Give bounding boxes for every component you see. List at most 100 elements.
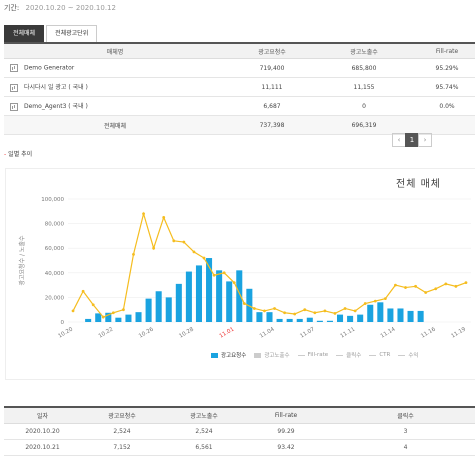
table-row[interactable]: Demo_Agent3 ( 국내 ) 6,687 0 0.0% [4, 96, 475, 116]
line-point [454, 284, 458, 288]
date-cell: 2020.10.21 [4, 439, 81, 456]
line-point [172, 239, 176, 243]
line-point [394, 283, 397, 287]
line-point [343, 307, 347, 310]
x-tick-label: 10.22 [98, 327, 115, 340]
period-label: 기간: [4, 4, 20, 12]
x-tick-label: 11.16 [420, 326, 437, 339]
next-page-button[interactable]: › [418, 133, 432, 147]
period-filter: 기간: 2020.10.20 ~ 2020.10.12 [4, 3, 116, 13]
line-point [263, 309, 266, 313]
line-point [132, 252, 135, 256]
legend-item[interactable]: CTR [369, 351, 390, 359]
line-point [414, 284, 417, 288]
bar [266, 312, 273, 322]
col-impressions: 광고노출수 [163, 406, 245, 424]
bar [407, 310, 414, 322]
line-point [212, 273, 216, 277]
x-tick-label: 11.04 [259, 326, 276, 339]
tab-all-media[interactable]: 전체매체 [4, 25, 45, 42]
bar [155, 291, 162, 322]
bar [367, 304, 374, 322]
section-title: - 일별 추이 [4, 149, 32, 158]
x-tick-label: 10.26 [138, 326, 155, 339]
col-requests: 광고요청수 [81, 406, 163, 424]
bar [316, 320, 323, 322]
x-tick-label: 11.19 [450, 326, 467, 339]
line-point [192, 250, 196, 254]
table-row: 2020.10.21 7,152 6,561 93.42 4 [4, 439, 475, 456]
bar [337, 314, 344, 322]
chart-icon[interactable] [10, 64, 18, 72]
fill-rate-cell: 95.74% [410, 77, 475, 97]
chart-plot: 0 20,000 40,000 60,000 80,000 100,000 광고요청수 / … [18, 197, 471, 340]
legend-label: 광고노출수 [264, 353, 290, 359]
legend-label: 광고요청수 [221, 353, 247, 359]
col-date: 일자 [4, 406, 81, 424]
bar [397, 308, 404, 322]
line-point [242, 302, 246, 305]
bar [115, 317, 122, 322]
legend-item[interactable]: 클릭수 [336, 351, 361, 359]
line-point [353, 309, 357, 313]
table-row: 2020.10.20 2,524 2,524 99.29 3 [4, 423, 475, 440]
total-label: 전체매체 [4, 115, 226, 135]
fill-rate-cell: 95.29% [410, 58, 475, 78]
bar [216, 270, 223, 322]
bar [195, 265, 202, 322]
page-1-button[interactable]: 1 [405, 133, 419, 147]
legend-item[interactable]: Fill-rate [297, 351, 329, 359]
y-tick-label: 60,000 [45, 246, 65, 252]
bar [85, 318, 92, 322]
legend-item[interactable]: 수익 [398, 351, 418, 359]
legend-item[interactable]: 광고노출수 [254, 351, 290, 359]
line-point [252, 307, 256, 310]
legend-item[interactable]: 광고요청수 [211, 351, 246, 359]
fill-rate-cell: 0.0% [410, 96, 475, 116]
table-header-row: 매체명 광고요청수 광고노출수 Fill-rate [4, 42, 475, 59]
legend-swatch [336, 354, 344, 356]
impressions-cell: 0 [318, 96, 410, 116]
requests-cell: 2,524 [81, 423, 163, 440]
table-row[interactable]: Demo Generator 719,400 685,800 95.29% [4, 58, 475, 78]
bar [95, 313, 102, 322]
media-name: Demo Generator [24, 64, 75, 72]
line-point [424, 291, 428, 294]
bar [326, 320, 333, 322]
line-point [303, 308, 307, 312]
line-point [71, 309, 75, 313]
chart-icon[interactable] [10, 83, 18, 92]
total-requests: 737,398 [226, 115, 318, 135]
period-value[interactable]: 2020.10.20 ~ 2020.10.12 [25, 4, 115, 12]
legend-swatch [398, 354, 406, 356]
bar [387, 308, 394, 322]
bar [276, 318, 283, 322]
line-point [333, 311, 337, 315]
line-point [444, 282, 448, 286]
tab-bar: 전체매체 전체광고단위 [4, 25, 99, 42]
table-header-row: 일자 광고요청수 광고노출수 Fill-rate 클릭수 [4, 406, 475, 424]
table-row[interactable]: 다시다시 일 광고 ( 국내 ) 11,111 11,155 95.74% [4, 77, 475, 97]
line-point [202, 256, 206, 260]
media-name-cell: Demo Generator [4, 58, 226, 78]
impressions-cell: 11,155 [318, 77, 410, 97]
x-tick-label: 11.01 [219, 327, 236, 340]
x-tick-label: 11.14 [380, 326, 397, 339]
bar [377, 302, 384, 322]
requests-cell: 719,400 [226, 58, 318, 78]
col-fill-rate: Fill-rate [410, 42, 475, 59]
legend-label: Fill-rate [307, 352, 329, 358]
chart-legend: 광고요청수 광고노출수 Fill-rate 클릭수 CTR 수익 [211, 351, 426, 359]
legend-swatch [254, 352, 262, 358]
tab-all-ad-units[interactable]: 전체광고단위 [46, 25, 98, 42]
chart-icon[interactable] [10, 102, 18, 111]
media-name: 다시다시 일 광고 ( 국내 ) [24, 84, 88, 92]
line-point [142, 212, 145, 216]
line-point [122, 308, 125, 312]
section-title-text: 일별 추이 [8, 151, 33, 158]
x-tick-label: 11.07 [299, 326, 316, 339]
line-point [152, 246, 156, 250]
col-clicks: 클릭수 [327, 406, 475, 424]
line-point [81, 289, 85, 293]
prev-page-button[interactable]: ‹ [392, 133, 406, 147]
